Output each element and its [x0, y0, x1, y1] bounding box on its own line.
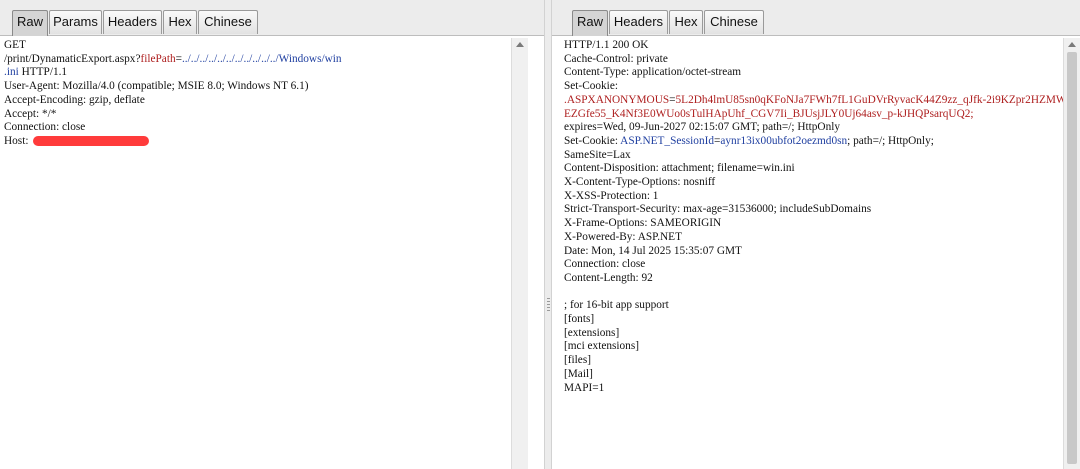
request-line-user-agent: User-Agent: Mozilla/4.0 (compatible; MSI…	[4, 80, 309, 93]
response-header: Content-Type: application/octet-stream	[564, 66, 742, 79]
response-header: X-Content-Type-Options: nosniff	[564, 176, 716, 188]
response-scrollbar[interactable]	[1063, 38, 1080, 469]
scroll-up-arrow-icon[interactable]	[1068, 42, 1076, 47]
divider-grip-icon[interactable]	[547, 298, 550, 312]
response-cookie-expires: expires=Wed, 09-Jun-2027 02:15:07 GMT; p…	[564, 121, 841, 134]
response-body-line: [mci extensions]	[564, 340, 639, 353]
response-body-line: [extensions]	[564, 326, 620, 339]
response-header: Set-Cookie:	[564, 80, 618, 93]
response-tab-bar: Raw Headers Hex Chinese	[552, 0, 1080, 36]
request-line-accept: Accept: */*	[4, 107, 57, 120]
request-line-method: GET	[4, 39, 26, 51]
request-tab-headers[interactable]: Headers	[103, 10, 162, 34]
response-header: X-XSS-Protection: 1	[564, 189, 659, 202]
response-header: Cache-Control: private	[564, 52, 668, 65]
response-cookie-anonymous-cont: EZGfe55_K4Nf3E0WUo0sTulHApUhf_CGV7Ii_BJU…	[564, 107, 974, 120]
request-tab-params[interactable]: Params	[49, 10, 102, 34]
response-cookie-anonymous: .ASPXANONYMOUS=5L2Dh4lmU85sn0qKFoNJa7FWh…	[564, 93, 1080, 106]
request-line-accept-encoding: Accept-Encoding: gzip, deflate	[4, 93, 145, 106]
response-status-line: HTTP/1.1 200 OK	[564, 39, 649, 51]
host-redaction	[33, 136, 150, 147]
request-line-connection: Connection: close	[4, 121, 86, 134]
response-tab-chinese[interactable]: Chinese	[704, 10, 764, 34]
response-header: Date: Mon, 14 Jul 2025 15:35:07 GMT	[564, 244, 742, 257]
response-header: Connection: close	[564, 258, 646, 271]
request-scrollbar[interactable]	[511, 38, 528, 469]
request-line-host: Host:	[4, 134, 150, 148]
request-pane: Raw Params Headers Hex Chinese GET /prin…	[0, 0, 544, 469]
response-pane: Raw Headers Hex Chinese HTTP/1.1 200 OK …	[552, 0, 1080, 469]
response-header: SameSite=Lax	[564, 148, 631, 161]
response-editor[interactable]: HTTP/1.1 200 OK Cache-Control: private C…	[552, 38, 1080, 469]
response-scroll-thumb[interactable]	[1067, 52, 1077, 464]
response-header: X-Frame-Options: SAMEORIGIN	[564, 217, 722, 230]
scroll-up-arrow-icon[interactable]	[516, 42, 524, 47]
request-tab-hex[interactable]: Hex	[163, 10, 197, 34]
response-body-line: [fonts]	[564, 313, 595, 325]
response-header: Content-Length: 92	[564, 271, 653, 284]
response-tab-raw[interactable]: Raw	[572, 10, 608, 36]
response-body-line: [files]	[564, 354, 591, 367]
response-header: Content-Disposition: attachment; filenam…	[564, 162, 795, 175]
request-line-path-cont: .ini HTTP/1.1	[4, 66, 68, 79]
response-body-line: ; for 16-bit app support	[564, 299, 669, 312]
response-tab-hex[interactable]: Hex	[669, 10, 703, 34]
request-tab-bar: Raw Params Headers Hex Chinese	[0, 0, 544, 36]
response-header: X-Powered-By: ASP.NET	[564, 230, 682, 243]
response-body-line: MAPI=1	[564, 381, 605, 394]
response-tab-headers[interactable]: Headers	[609, 10, 668, 34]
request-editor[interactable]: GET /print/DynamaticExport.aspx?filePath…	[0, 38, 544, 469]
response-body-line: [Mail]	[564, 367, 593, 380]
request-tab-raw[interactable]: Raw	[12, 10, 48, 36]
request-tab-chinese[interactable]: Chinese	[198, 10, 258, 34]
split-divider[interactable]	[544, 0, 552, 469]
response-cookie-session: Set-Cookie: ASP.NET_SessionId=aynr13ix00…	[564, 134, 934, 147]
request-line-path: /print/DynamaticExport.aspx?filePath=../…	[4, 52, 342, 65]
response-header: Strict-Transport-Security: max-age=31536…	[564, 203, 872, 216]
